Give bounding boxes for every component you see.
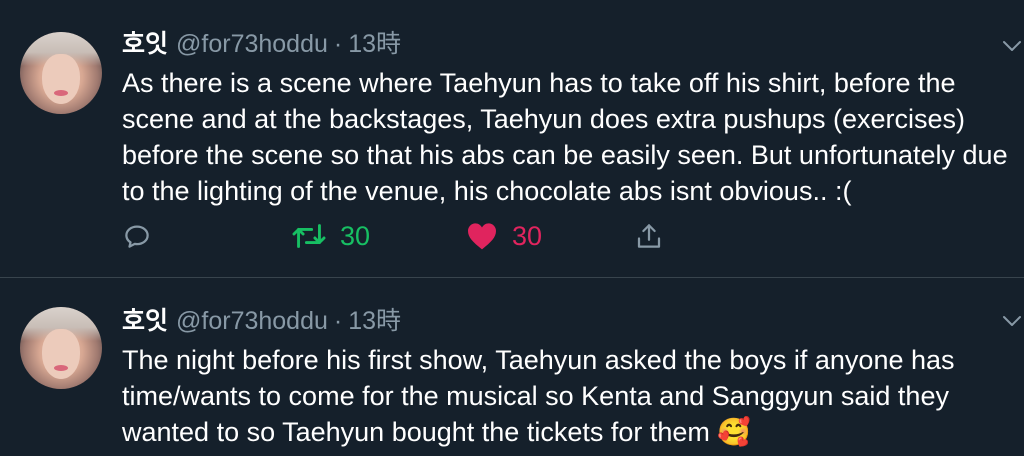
tweet-actions: 30 30 — [122, 216, 682, 256]
avatar[interactable] — [20, 307, 102, 389]
like-count: 30 — [512, 220, 543, 251]
retweet-button[interactable]: 30 — [292, 216, 370, 256]
tweet-text: The night before his first show, Taehyun… — [122, 345, 955, 447]
separator-dot: · — [333, 30, 343, 58]
like-button[interactable]: 30 — [466, 216, 542, 256]
tweet[interactable]: 호잇 @for73hoddu · 13時 The night before his f… — [0, 279, 1024, 456]
chevron-down-icon[interactable] — [1000, 309, 1024, 333]
retweet-icon — [292, 224, 326, 248]
timestamp[interactable]: 13時 — [348, 307, 401, 335]
chevron-down-icon[interactable] — [1000, 34, 1024, 58]
user-handle[interactable]: @for73hoddu — [176, 30, 328, 58]
tweet-header: 호잇 @for73hoddu · 13時 — [122, 306, 401, 336]
display-name[interactable]: 호잇 — [122, 307, 168, 335]
share-icon — [637, 224, 661, 248]
heart-icon — [468, 223, 496, 250]
share-button[interactable] — [634, 216, 664, 256]
tweet-header: 호잇 @for73hoddu · 13時 — [122, 29, 401, 59]
user-handle[interactable]: @for73hoddu — [176, 307, 328, 335]
avatar[interactable] — [20, 32, 102, 114]
separator-dot: · — [333, 307, 343, 335]
reply-button[interactable] — [122, 216, 152, 256]
timestamp[interactable]: 13時 — [348, 30, 401, 58]
display-name[interactable]: 호잇 — [122, 30, 168, 58]
tweet-text: As there is a scene where Taehyun has to… — [122, 68, 1008, 206]
timeline: 호잇 @for73hoddu · 13時 As there is a scene wh… — [0, 0, 1024, 456]
reply-icon — [125, 225, 149, 248]
retweet-count: 30 — [340, 220, 371, 251]
tweet[interactable]: 호잇 @for73hoddu · 13時 As there is a scene wh… — [0, 0, 1024, 278]
